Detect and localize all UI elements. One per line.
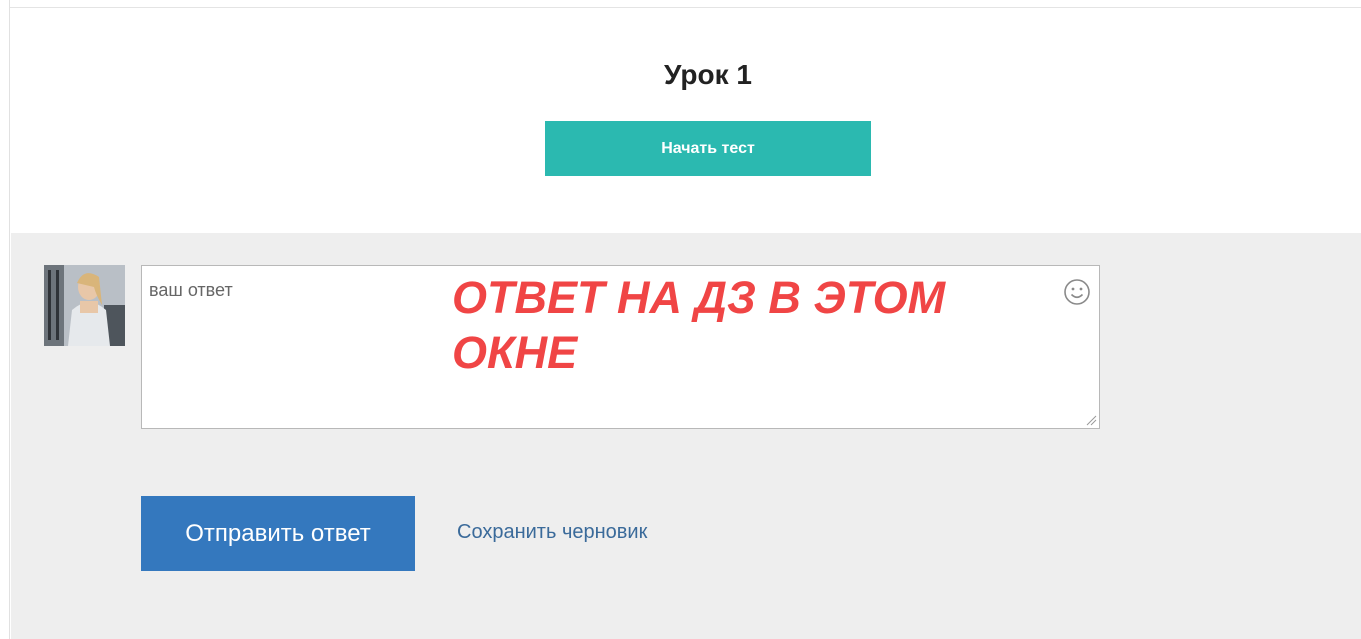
save-draft-link[interactable]: Сохранить черновик [457, 521, 647, 544]
submit-answer-button[interactable]: Отправить ответ [141, 496, 415, 571]
resize-grip-icon[interactable] [1085, 414, 1097, 426]
lesson-title: Урок 1 [664, 59, 752, 90]
page: Урок 1 Начать тест ОТВЕТ НА ДЗ В ЭТОМ ОК… [0, 0, 1361, 639]
top-border [10, 0, 1361, 8]
avatar-image [44, 265, 125, 346]
left-border [0, 0, 10, 639]
avatar [44, 265, 125, 346]
start-test-button[interactable]: Начать тест [545, 121, 871, 176]
smiley-icon[interactable] [1063, 278, 1091, 306]
answer-input[interactable] [142, 266, 1099, 428]
comment-area: ОТВЕТ НА ДЗ В ЭТОМ ОКНЕ Отправить ответ … [11, 233, 1361, 639]
lesson-card: Урок 1 Начать тест [11, 9, 1361, 233]
answer-box: ОТВЕТ НА ДЗ В ЭТОМ ОКНЕ [141, 265, 1100, 429]
